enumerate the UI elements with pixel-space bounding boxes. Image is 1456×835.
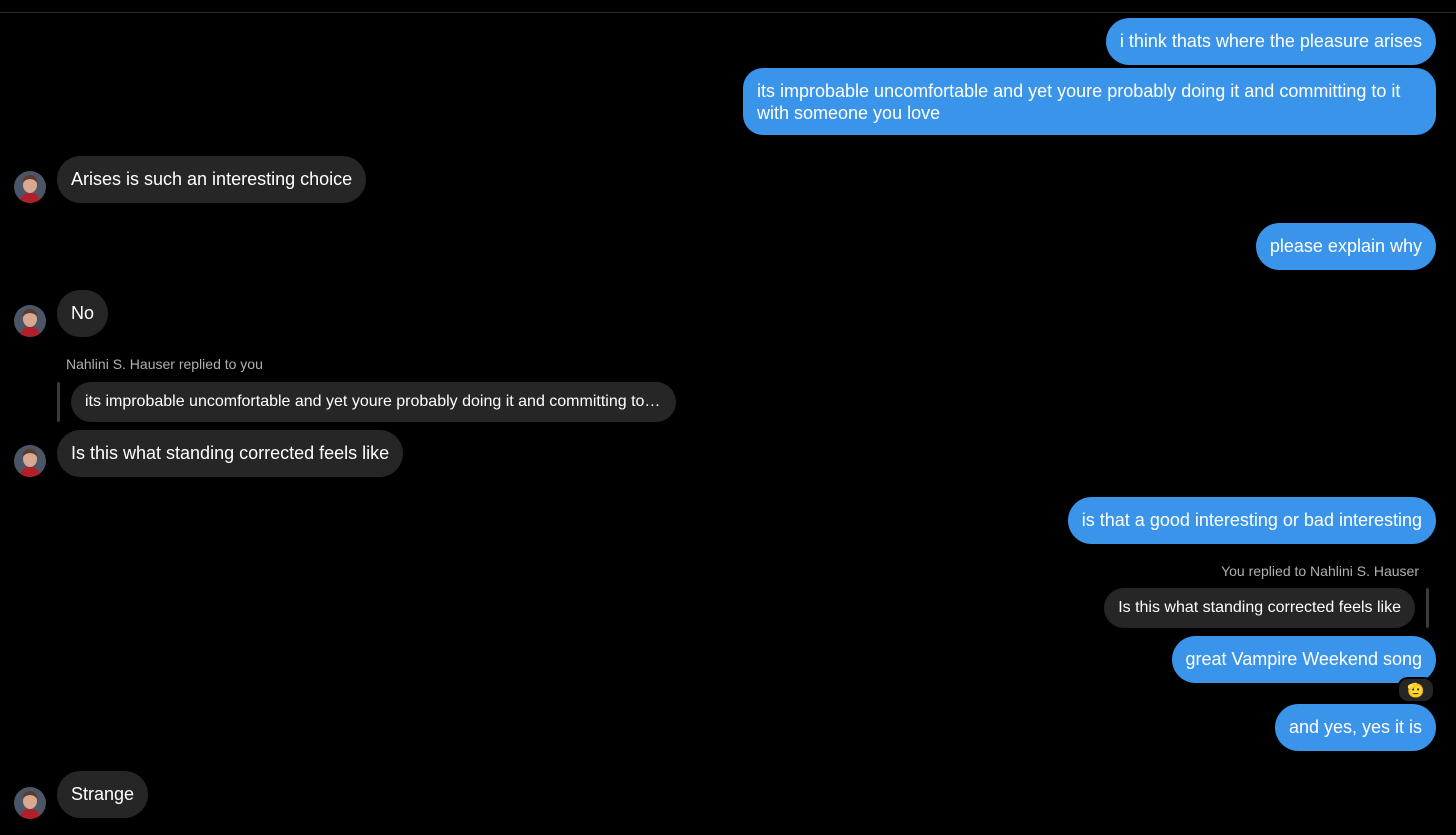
incoming-message[interactable]: Strange [57,771,149,818]
header-divider [0,12,1456,13]
contact-avatar[interactable] [14,445,46,477]
outgoing-message[interactable]: its improbable uncomfortable and yet you… [743,68,1436,135]
outgoing-message[interactable]: great Vampire Weekend song [1171,636,1436,683]
reply-quote-bar [57,382,60,422]
contact-avatar[interactable] [14,787,46,819]
reply-label: You replied to Nahlini S. Hauser [1221,563,1419,579]
reaction-badge[interactable]: 🫡 [1397,677,1435,703]
reply-quote-bar [1426,588,1429,628]
incoming-message[interactable]: No [57,290,109,337]
avatar-photo-icon [14,305,46,337]
outgoing-message[interactable]: please explain why [1255,223,1436,270]
outgoing-message[interactable]: is that a good interesting or bad intere… [1067,497,1436,544]
reply-label: Nahlini S. Hauser replied to you [66,356,263,372]
outgoing-message[interactable]: and yes, yes it is [1274,704,1436,751]
quoted-message[interactable]: its improbable uncomfortable and yet you… [71,382,676,422]
contact-avatar[interactable] [14,305,46,337]
incoming-message[interactable]: Arises is such an interesting choice [57,156,367,203]
contact-avatar[interactable] [14,171,46,203]
outgoing-message[interactable]: i think thats where the pleasure arises [1105,18,1436,65]
avatar-photo-icon [14,445,46,477]
avatar-photo-icon [14,787,46,819]
saluting-face-icon: 🫡 [1407,682,1425,698]
avatar-photo-icon [14,171,46,203]
quoted-message[interactable]: Is this what standing corrected feels li… [1104,588,1415,628]
incoming-message[interactable]: Is this what standing corrected feels li… [57,430,404,477]
